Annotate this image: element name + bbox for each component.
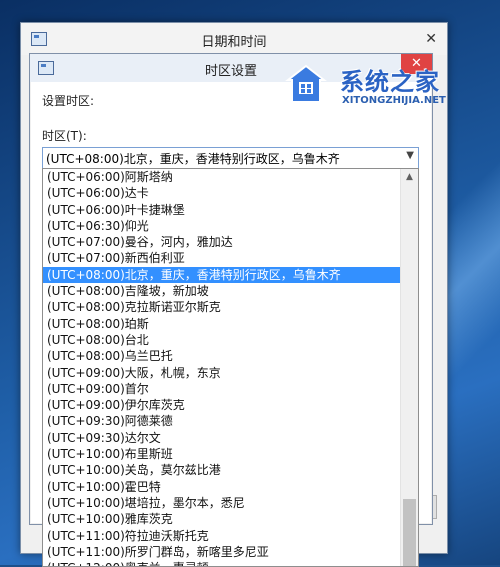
- timezone-label: 时区(T):: [42, 129, 87, 143]
- timezone-option[interactable]: (UTC+12:00)奥克兰，惠灵顿: [43, 560, 400, 566]
- watermark-name: 系统之家: [340, 68, 440, 96]
- timezone-select-value: (UTC+08:00)北京，重庆，香港特别行政区，乌鲁木齐: [46, 152, 340, 166]
- date-time-close-button[interactable]: ✕: [425, 31, 437, 47]
- timezone-option[interactable]: (UTC+09:00)伊尔库茨克: [43, 397, 400, 413]
- timezone-option[interactable]: (UTC+06:30)仰光: [43, 218, 400, 234]
- scroll-up-arrow-icon[interactable]: ▲: [401, 169, 418, 185]
- timezone-option[interactable]: (UTC+09:00)大阪，札幌，东京: [43, 365, 400, 381]
- timezone-option[interactable]: (UTC+11:00)所罗门群岛，新喀里多尼亚: [43, 544, 400, 560]
- timezone-dropdown-list[interactable]: (UTC+06:00)阿斯塔纳 (UTC+06:00)达卡 (UTC+06:00)叶…: [42, 168, 419, 567]
- date-time-titlebar: 日期和时间 ✕: [21, 23, 447, 55]
- set-timezone-label: 设置时区:: [42, 94, 95, 108]
- timezone-option[interactable]: (UTC+06:00)达卡: [43, 185, 400, 201]
- timezone-select[interactable]: (UTC+08:00)北京，重庆，香港特别行政区，乌鲁木齐 ▼: [42, 147, 419, 169]
- house-logo-icon: [285, 64, 327, 103]
- timezone-option[interactable]: (UTC+06:00)阿斯塔纳: [43, 169, 400, 185]
- watermark: 系统之家 XITONGZHIJIA.NET: [282, 56, 482, 114]
- timezone-option[interactable]: (UTC+06:00)叶卡捷琳堡: [43, 202, 400, 218]
- timezone-option[interactable]: (UTC+08:00)珀斯: [43, 316, 400, 332]
- timezone-option[interactable]: (UTC+08:00)克拉斯诺亚尔斯克: [43, 299, 400, 315]
- timezone-option[interactable]: (UTC+11:00)符拉迪沃斯托克: [43, 528, 400, 544]
- timezone-option[interactable]: (UTC+07:00)曼谷，河内，雅加达: [43, 234, 400, 250]
- timezone-option[interactable]: (UTC+09:30)阿德莱德: [43, 413, 400, 429]
- timezone-option[interactable]: (UTC+07:00)新西伯利亚: [43, 250, 400, 266]
- timezone-option[interactable]: (UTC+10:00)堪培拉，墨尔本，悉尼: [43, 495, 400, 511]
- timezone-option[interactable]: (UTC+09:30)达尔文: [43, 430, 400, 446]
- timezone-option-selected[interactable]: (UTC+08:00)北京，重庆，香港特别行政区，乌鲁木齐: [43, 266, 400, 284]
- timezone-option[interactable]: (UTC+10:00)霍巴特: [43, 479, 400, 495]
- timezone-option[interactable]: (UTC+10:00)雅库茨克: [43, 511, 400, 527]
- chevron-down-icon[interactable]: ▼: [406, 150, 414, 161]
- watermark-url: XITONGZHIJIA.NET: [342, 95, 446, 106]
- timezone-option[interactable]: (UTC+08:00)台北: [43, 332, 400, 348]
- timezone-option[interactable]: (UTC+09:00)首尔: [43, 381, 400, 397]
- timezone-options: (UTC+06:00)阿斯塔纳 (UTC+06:00)达卡 (UTC+06:00)叶…: [43, 169, 400, 566]
- timezone-option[interactable]: (UTC+08:00)吉隆坡，新加坡: [43, 283, 400, 299]
- date-time-title: 日期和时间: [201, 35, 267, 50]
- timezone-option[interactable]: (UTC+10:00)关岛，莫尔兹比港: [43, 462, 400, 478]
- timezone-option[interactable]: (UTC+08:00)乌兰巴托: [43, 348, 400, 364]
- scrollbar-thumb[interactable]: [403, 499, 416, 566]
- timezone-option[interactable]: (UTC+10:00)布里斯班: [43, 446, 400, 462]
- dropdown-scrollbar[interactable]: ▲: [400, 169, 418, 566]
